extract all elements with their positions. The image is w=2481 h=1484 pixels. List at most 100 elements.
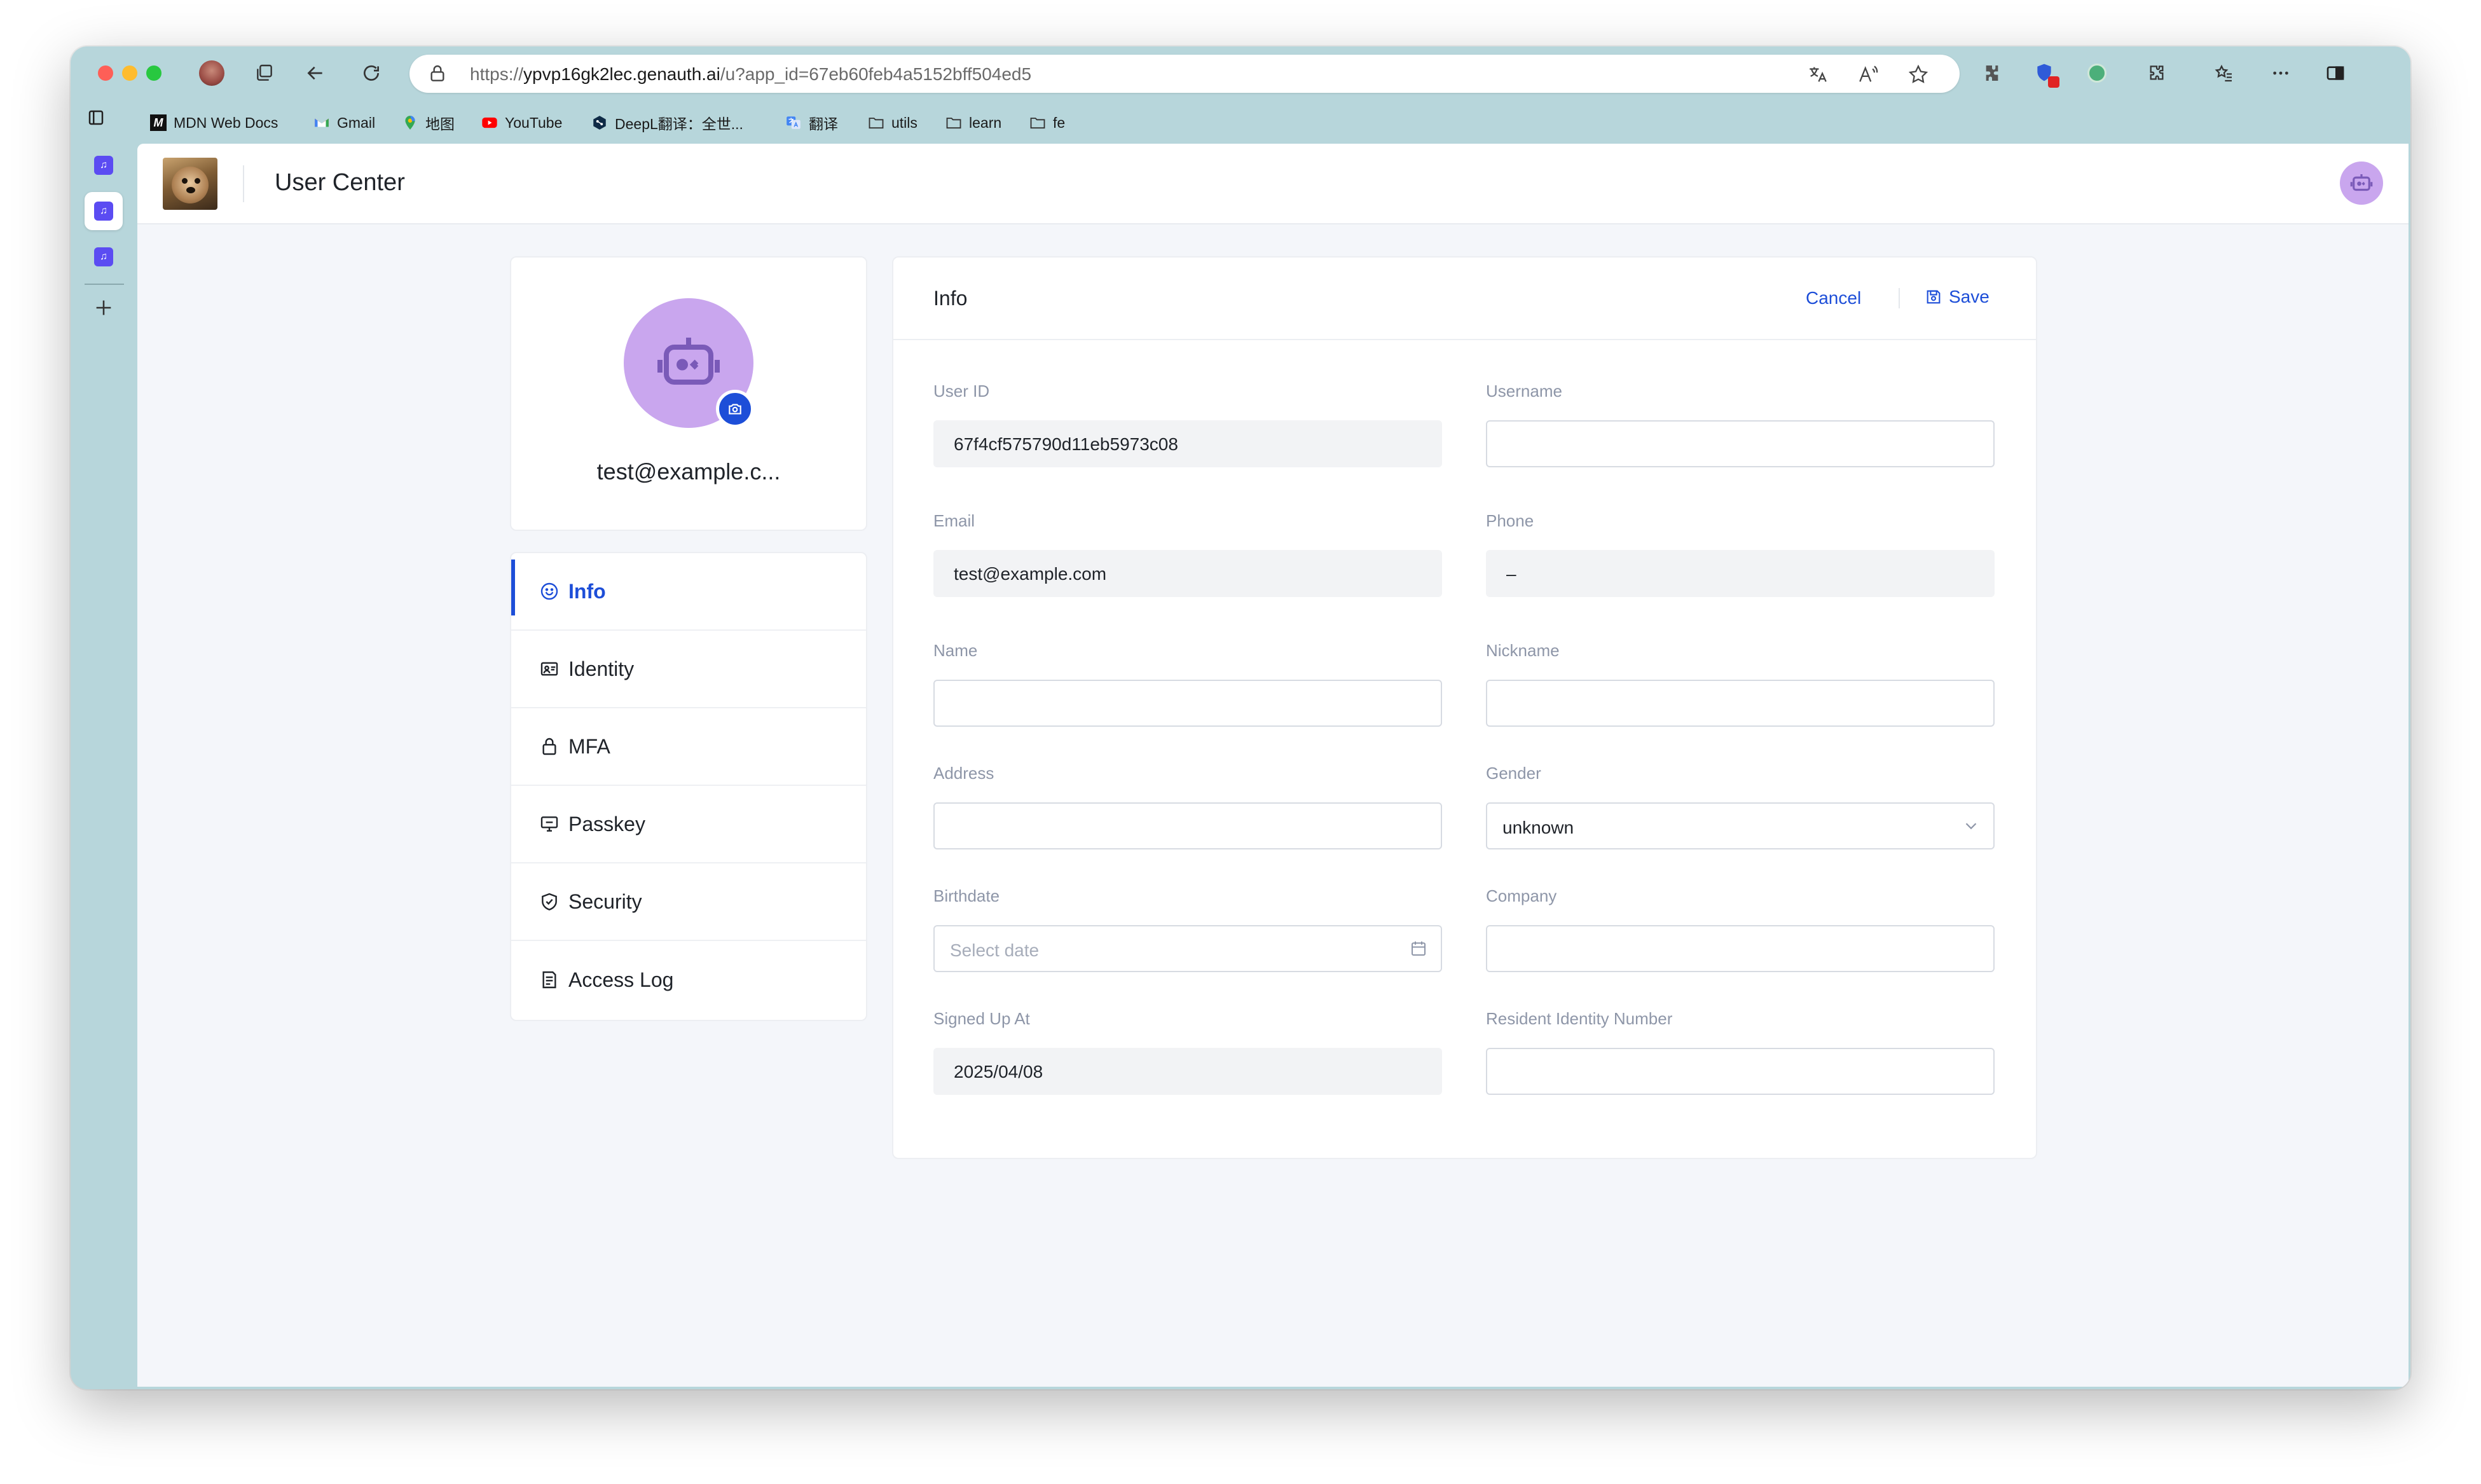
user-id-field: 67f4cf575790d11eb5973c08 <box>933 420 1442 467</box>
address-input[interactable] <box>933 802 1442 849</box>
birthdate-picker[interactable]: Select date <box>933 925 1442 972</box>
genauth-favicon-icon: ♫ <box>94 156 113 175</box>
gmail-icon <box>313 114 331 132</box>
name-label: Name <box>933 641 978 660</box>
page-title: User Center <box>275 169 405 196</box>
bookmark-folder-fe[interactable]: fe <box>1029 110 1065 135</box>
email-label: Email <box>933 511 975 530</box>
translate-page-icon[interactable] <box>1807 64 1829 85</box>
robot-icon <box>2350 174 2373 191</box>
info-panel-header: Info Cancel Save <box>893 258 2036 340</box>
camera-icon <box>729 404 741 415</box>
header-divider <box>243 165 244 202</box>
calendar-icon[interactable] <box>1409 939 1429 959</box>
gender-select[interactable]: unknown <box>1486 802 1995 849</box>
save-button[interactable]: Save <box>1925 287 1990 307</box>
bookmark-label: MDN Web Docs <box>174 114 278 131</box>
maps-icon <box>401 114 419 132</box>
minimize-window-button[interactable] <box>122 65 137 81</box>
id-card-icon <box>538 657 561 680</box>
nav-item-label: Info <box>568 579 606 603</box>
vertical-tab-2-active[interactable]: ♫ <box>85 192 123 230</box>
bookmark-label: 翻译 <box>809 116 838 132</box>
refresh-icon[interactable] <box>357 59 385 87</box>
username-label: Username <box>1486 381 1562 401</box>
phone-label: Phone <box>1486 511 1534 530</box>
bookmark-folder-utils[interactable]: utils <box>867 110 917 135</box>
bookmark-folder-learn[interactable]: learn <box>945 110 1001 135</box>
favorite-star-icon[interactable] <box>1907 64 1929 85</box>
bookmark-maps[interactable]: 地图 <box>401 110 455 135</box>
resident-id-label: Resident Identity Number <box>1486 1009 1673 1028</box>
browser-window: https://ypvp16gk2lec.genauth.ai/u?app_id… <box>71 46 2410 1389</box>
bookmark-deepl[interactable]: DeepL翻译：全世... <box>591 110 743 135</box>
maximize-window-button[interactable] <box>146 65 162 81</box>
mdn-icon: M <box>149 114 167 132</box>
smile-icon <box>538 580 561 603</box>
username-input[interactable] <box>1486 420 1995 467</box>
close-window-button[interactable] <box>98 65 113 81</box>
company-input[interactable] <box>1486 925 1995 972</box>
favorites-icon[interactable] <box>2210 59 2238 87</box>
nav-item-mfa[interactable]: MFA <box>511 708 866 786</box>
phone-field: – <box>1486 550 1995 597</box>
bookmark-youtube[interactable]: YouTube <box>481 110 562 135</box>
tab-collections-icon[interactable] <box>251 59 278 87</box>
bookmark-label: utils <box>891 114 917 131</box>
nav-item-label: MFA <box>568 734 610 758</box>
vertical-tab-1[interactable]: ♫ <box>85 146 123 184</box>
vertical-tab-3[interactable]: ♫ <box>85 238 123 276</box>
info-panel-title: Info <box>933 287 968 310</box>
header-user-avatar[interactable] <box>2340 161 2383 205</box>
more-menu-icon[interactable] <box>2267 59 2295 87</box>
nav-item-label: Access Log <box>568 968 674 991</box>
gender-label: Gender <box>1486 764 1541 783</box>
read-aloud-icon[interactable] <box>1857 64 1879 85</box>
sidebar-toggle-icon[interactable] <box>2321 59 2349 87</box>
bookmark-mdn[interactable]: M MDN Web Docs <box>149 110 278 135</box>
deepl-icon <box>591 114 608 132</box>
resident-id-input[interactable] <box>1486 1048 1995 1095</box>
bookmark-translate[interactable]: 翻译 <box>785 110 838 135</box>
bookmark-label: DeepL翻译：全世... <box>615 116 743 132</box>
log-icon <box>538 968 561 991</box>
extension-shield-icon[interactable] <box>2031 59 2059 88</box>
change-avatar-button[interactable] <box>716 390 754 428</box>
birthdate-placeholder: Select date <box>950 940 1040 960</box>
youtube-icon <box>481 114 498 132</box>
bookmark-label: learn <box>969 114 1002 131</box>
new-tab-plus-icon[interactable] <box>85 289 123 327</box>
info-panel: Info Cancel Save User ID 67f4cf575790d11… <box>892 256 2037 1159</box>
nav-item-access-log[interactable]: Access Log <box>511 941 866 1019</box>
lock-icon[interactable] <box>427 64 448 84</box>
name-input[interactable] <box>933 680 1442 727</box>
tab-actions-icon[interactable] <box>82 104 110 132</box>
bookmark-label: Gmail <box>337 114 376 131</box>
nav-item-passkey[interactable]: Passkey <box>511 786 866 863</box>
extensions-icon[interactable] <box>2143 59 2171 87</box>
cancel-button[interactable]: Cancel <box>1806 288 1861 308</box>
nav-item-info[interactable]: Info <box>511 553 866 631</box>
page-content: User Center test@example.c... Info Ident… <box>137 144 2409 1387</box>
company-label: Company <box>1486 886 1557 905</box>
bookmark-label: fe <box>1053 114 1066 131</box>
app-logo[interactable] <box>163 158 217 210</box>
url-text[interactable]: https://ypvp16gk2lec.genauth.ai/u?app_id… <box>470 64 1031 85</box>
nickname-input[interactable] <box>1486 680 1995 727</box>
nav-item-security[interactable]: Security <box>511 863 866 941</box>
app-header: User Center <box>137 144 2409 224</box>
browser-profile-avatar[interactable] <box>198 59 226 87</box>
back-icon[interactable] <box>301 59 329 87</box>
address-bar[interactable]: https://ypvp16gk2lec.genauth.ai/u?app_id… <box>409 55 1960 93</box>
nav-item-label: Security <box>568 890 642 913</box>
folder-icon <box>867 114 885 132</box>
nav-item-identity[interactable]: Identity <box>511 631 866 708</box>
header-separator <box>1899 288 1900 308</box>
nickname-label: Nickname <box>1486 641 1560 660</box>
extension-puzzle-icon[interactable] <box>1978 59 2006 87</box>
user-id-label: User ID <box>933 381 990 401</box>
genauth-favicon-icon: ♫ <box>94 247 113 266</box>
bookmark-gmail[interactable]: Gmail <box>313 110 375 135</box>
extension-green-icon[interactable] <box>2083 59 2111 87</box>
robot-icon <box>657 338 720 385</box>
